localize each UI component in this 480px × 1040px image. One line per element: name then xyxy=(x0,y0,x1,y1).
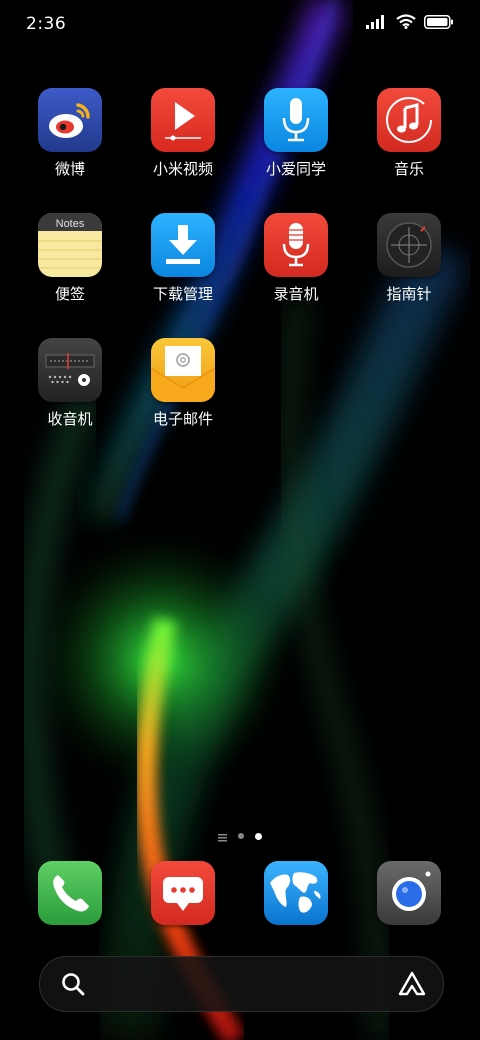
globe-icon xyxy=(264,861,328,925)
ai-assistant-icon[interactable] xyxy=(397,970,427,1002)
message-icon xyxy=(151,861,215,925)
dock-messages[interactable] xyxy=(151,861,215,925)
recorder-mic-icon xyxy=(264,213,328,277)
status-time: 2:36 xyxy=(26,14,67,34)
signal-icon xyxy=(366,14,388,33)
email-icon xyxy=(151,338,215,402)
app-label-music: 音乐 xyxy=(393,160,424,178)
page-dot[interactable] xyxy=(238,833,244,839)
app-radio[interactable]: 收音机 xyxy=(20,338,120,428)
app-compass[interactable]: 指南针 xyxy=(359,213,459,303)
wifi-icon xyxy=(396,14,416,33)
camera-icon xyxy=(377,861,441,925)
app-email[interactable]: 电子邮件 xyxy=(133,338,233,428)
battery-icon xyxy=(424,14,454,33)
app-xiaoai[interactable]: 小爱同学 xyxy=(246,88,346,178)
app-notes[interactable]: Notes 便签 xyxy=(20,213,120,303)
compass-icon xyxy=(377,213,441,277)
download-icon xyxy=(151,213,215,277)
video-play-icon xyxy=(151,88,215,152)
weibo-icon xyxy=(38,88,102,152)
radio-icon xyxy=(38,338,102,402)
app-label-compass: 指南针 xyxy=(386,285,432,303)
app-downloads[interactable]: 下载管理 xyxy=(133,213,233,303)
dock-camera[interactable] xyxy=(377,861,441,925)
app-mi-video[interactable]: 小米视频 xyxy=(133,88,233,178)
app-label-email: 电子邮件 xyxy=(152,410,213,428)
dock-browser[interactable] xyxy=(264,861,328,925)
app-recorder[interactable]: 录音机 xyxy=(246,213,346,303)
app-label-downloads: 下载管理 xyxy=(152,285,213,303)
music-note-icon xyxy=(377,88,441,152)
app-label-recorder: 录音机 xyxy=(273,285,319,303)
status-bar: 2:36 xyxy=(0,0,480,50)
app-label-xiaoai: 小爱同学 xyxy=(265,160,326,178)
app-label-mi-video: 小米视频 xyxy=(152,160,213,178)
microphone-icon xyxy=(264,88,328,152)
page-indicator[interactable] xyxy=(0,828,480,844)
app-music[interactable]: 音乐 xyxy=(359,88,459,178)
app-label-notes: 便签 xyxy=(54,285,85,303)
notes-icon-text: Notes xyxy=(56,218,85,230)
home-list-icon[interactable] xyxy=(218,827,227,846)
app-weibo[interactable]: 微博 xyxy=(20,88,120,178)
page-dot-active[interactable] xyxy=(255,832,262,840)
notes-icon: Notes xyxy=(38,213,102,277)
app-label-weibo: 微博 xyxy=(54,160,85,178)
search-bar[interactable] xyxy=(39,956,444,1012)
phone-icon xyxy=(38,861,102,925)
dock-phone[interactable] xyxy=(38,861,102,925)
app-label-radio: 收音机 xyxy=(47,410,93,428)
search-icon[interactable] xyxy=(60,971,86,1001)
